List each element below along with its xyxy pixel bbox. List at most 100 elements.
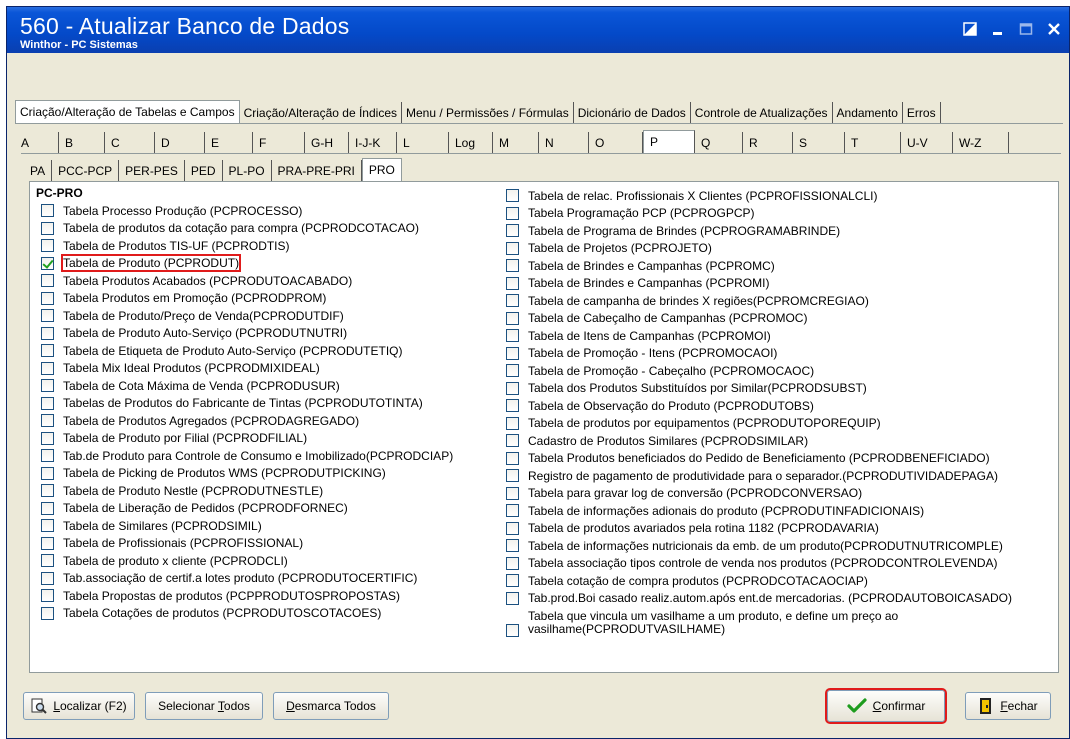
table-checkbox-row[interactable]: Tabela de Produtos TIS-UF (PCPRODTIS) xyxy=(41,237,501,255)
checkbox[interactable] xyxy=(506,591,519,605)
checkbox[interactable] xyxy=(41,536,54,550)
table-checkbox-row[interactable]: Tabela de Projetos (PCPROJETO) xyxy=(506,240,1051,258)
checkbox[interactable] xyxy=(41,414,54,428)
letter-tab-i-j-k[interactable]: I-J-K xyxy=(349,132,397,153)
table-checkbox-row[interactable]: Tab.prod.Boi casado realiz.autom.após en… xyxy=(506,590,1051,608)
checkbox-checked[interactable] xyxy=(41,256,54,270)
letter-tab-l[interactable]: L xyxy=(397,132,449,153)
table-checkbox-row[interactable]: Tabela Produtos em Promoção (PCPRODPROM) xyxy=(41,290,501,308)
main-tab-dicionario-de-dados[interactable]: Dicionário de Dados xyxy=(574,102,691,123)
table-checkbox-row[interactable]: Tabela que vincula um vasilhame a um pro… xyxy=(506,607,1051,639)
checkbox[interactable] xyxy=(41,361,54,375)
letter-tab-n[interactable]: N xyxy=(539,132,589,153)
sub-tab-pcc-pcp[interactable]: PCC-PCP xyxy=(52,160,120,181)
table-checkbox-row[interactable]: Tabela de produtos por equipamentos (PCP… xyxy=(506,415,1051,433)
table-checkbox-row[interactable]: Tabela de Promoção - Cabeçalho (PCPROMOC… xyxy=(506,362,1051,380)
main-tab-erros[interactable]: Erros xyxy=(903,102,941,123)
checkbox[interactable] xyxy=(506,486,519,500)
table-checkbox-row[interactable]: Tabela dos Produtos Substituídos por Sim… xyxy=(506,380,1051,398)
checkbox[interactable] xyxy=(506,399,519,413)
table-checkbox-row[interactable]: Tabelas de Produtos do Fabricante de Tin… xyxy=(41,395,501,413)
table-checkbox-row[interactable]: Tabela Cotações de produtos (PCPRODUTOSC… xyxy=(41,605,501,623)
table-checkbox-row[interactable]: Tab.de Produto para Controle de Consumo … xyxy=(41,447,501,465)
checkbox[interactable] xyxy=(506,241,519,255)
checkbox[interactable] xyxy=(41,291,54,305)
fechar-button[interactable]: Fechar xyxy=(965,692,1051,720)
checkbox[interactable] xyxy=(41,519,54,533)
checkbox[interactable] xyxy=(506,539,519,553)
table-checkbox-row[interactable]: Tabela de Produto por Filial (PCPRODFILI… xyxy=(41,430,501,448)
table-checkbox-row[interactable]: Tabela de Picking de Produtos WMS (PCPRO… xyxy=(41,465,501,483)
table-checkbox-row[interactable]: Tabela Produtos Acabados (PCPRODUTOACABA… xyxy=(41,272,501,290)
table-checkbox-row[interactable]: Tabela de Itens de Campanhas (PCPROMOI) xyxy=(506,327,1051,345)
checkbox[interactable] xyxy=(506,206,519,220)
table-checkbox-row[interactable]: Tabela de Cabeçalho de Campanhas (PCPROM… xyxy=(506,310,1051,328)
checkbox[interactable] xyxy=(506,381,519,395)
checkbox[interactable] xyxy=(506,259,519,273)
table-checkbox-row[interactable]: Tabela de Brindes e Campanhas (PCPROMI) xyxy=(506,275,1051,293)
letter-tab-t[interactable]: T xyxy=(845,132,901,153)
checkbox[interactable] xyxy=(41,431,54,445)
letter-tab-w-z[interactable]: W-Z xyxy=(953,132,1009,153)
desmarca-todos-button[interactable]: Desmarca Todos xyxy=(273,692,389,720)
minimize-icon[interactable] xyxy=(987,18,1009,40)
close-icon[interactable] xyxy=(1043,18,1065,40)
table-checkbox-row[interactable]: Tabela de Produto Auto-Serviço (PCPRODUT… xyxy=(41,325,501,343)
sub-tab-pro[interactable]: PRO xyxy=(361,158,402,181)
checkbox[interactable] xyxy=(506,189,519,203)
main-tab-menu-permissoes-formulas[interactable]: Menu / Permissões / Fórmulas xyxy=(402,102,574,123)
table-checkbox-row[interactable]: Registro de pagamento de produtividade p… xyxy=(506,467,1051,485)
table-checkbox-row[interactable]: Tabela de produto x cliente (PCPRODCLI) xyxy=(41,552,501,570)
table-checkbox-row[interactable]: Tabela de produtos avariados pela rotina… xyxy=(506,520,1051,538)
checkbox[interactable] xyxy=(506,434,519,448)
sub-tab-ped[interactable]: PED xyxy=(185,160,223,181)
checkbox[interactable] xyxy=(41,589,54,603)
checkbox[interactable] xyxy=(41,309,54,323)
checkbox[interactable] xyxy=(41,449,54,463)
table-checkbox-row[interactable]: Tabela de produtos da cotação para compr… xyxy=(41,220,501,238)
checkbox[interactable] xyxy=(41,344,54,358)
checkbox[interactable] xyxy=(506,346,519,360)
letter-tab-g-h[interactable]: G-H xyxy=(305,132,349,153)
localizar-button[interactable]: Localizar (F2) xyxy=(23,692,135,720)
checkbox[interactable] xyxy=(41,606,54,620)
sub-tab-pl-po[interactable]: PL-PO xyxy=(223,160,272,181)
table-checkbox-row[interactable]: Tabela de Etiqueta de Produto Auto-Servi… xyxy=(41,342,501,360)
checkbox[interactable] xyxy=(506,469,519,483)
table-checkbox-row[interactable]: Tab.associação de certif.a lotes produto… xyxy=(41,570,501,588)
table-checkbox-row[interactable]: Tabela de Observação do Produto (PCPRODU… xyxy=(506,397,1051,415)
checkbox[interactable] xyxy=(41,501,54,515)
main-tab-controle-de-atualizacoes[interactable]: Controle de Atualizações xyxy=(691,102,833,123)
table-checkbox-row[interactable]: Tabela de Cota Máxima de Venda (PCPRODUS… xyxy=(41,377,501,395)
letter-tab-p[interactable]: P xyxy=(643,130,695,153)
selecionar-todos-button[interactable]: Selecionar Todos xyxy=(145,692,263,720)
main-tab-criacao-alteracao-de-indices[interactable]: Criação/Alteração de Índices xyxy=(240,102,402,123)
letter-tab-m[interactable]: M xyxy=(493,132,539,153)
table-checkbox-row[interactable]: Cadastro de Produtos Similares (PCPRODSI… xyxy=(506,432,1051,450)
table-checkbox-row[interactable]: Tabela Mix Ideal Produtos (PCPRODMIXIDEA… xyxy=(41,360,501,378)
maximize-icon[interactable] xyxy=(1015,18,1037,40)
checkbox[interactable] xyxy=(41,379,54,393)
table-checkbox-row[interactable]: Tabela de informações nutricionais da em… xyxy=(506,537,1051,555)
table-checkbox-row[interactable]: Tabela de Brindes e Campanhas (PCPROMC) xyxy=(506,257,1051,275)
main-tab-criacao-alteracao-de-tabelas-e-campos[interactable]: Criação/Alteração de Tabelas e Campos xyxy=(15,100,240,123)
checkbox[interactable] xyxy=(506,556,519,570)
table-checkbox-row[interactable]: Tabela Propostas de produtos (PCPPRODUTO… xyxy=(41,587,501,605)
table-checkbox-row[interactable]: Tabela associação tipos controle de vend… xyxy=(506,555,1051,573)
letter-tab-u-v[interactable]: U-V xyxy=(901,132,953,153)
table-checkbox-row[interactable]: Tabela de Profissionais (PCPROFISSIONAL) xyxy=(41,535,501,553)
confirmar-button[interactable]: Confirmar xyxy=(825,688,947,724)
table-checkbox-row[interactable]: Tabela para gravar log de conversão (PCP… xyxy=(506,485,1051,503)
checkbox[interactable] xyxy=(41,221,54,235)
letter-tab-q[interactable]: Q xyxy=(695,132,743,153)
letter-tab-s[interactable]: S xyxy=(793,132,845,153)
checkbox[interactable] xyxy=(506,224,519,238)
checkbox[interactable] xyxy=(506,416,519,430)
table-checkbox-row[interactable]: Tabela Programação PCP (PCPROGPCP) xyxy=(506,205,1051,223)
checkbox[interactable] xyxy=(41,239,54,253)
letter-tab-a[interactable]: A xyxy=(15,132,59,153)
letter-tab-log[interactable]: Log xyxy=(449,132,493,153)
context-help-icon[interactable] xyxy=(959,18,981,40)
checkbox[interactable] xyxy=(506,504,519,518)
checkbox[interactable] xyxy=(506,276,519,290)
